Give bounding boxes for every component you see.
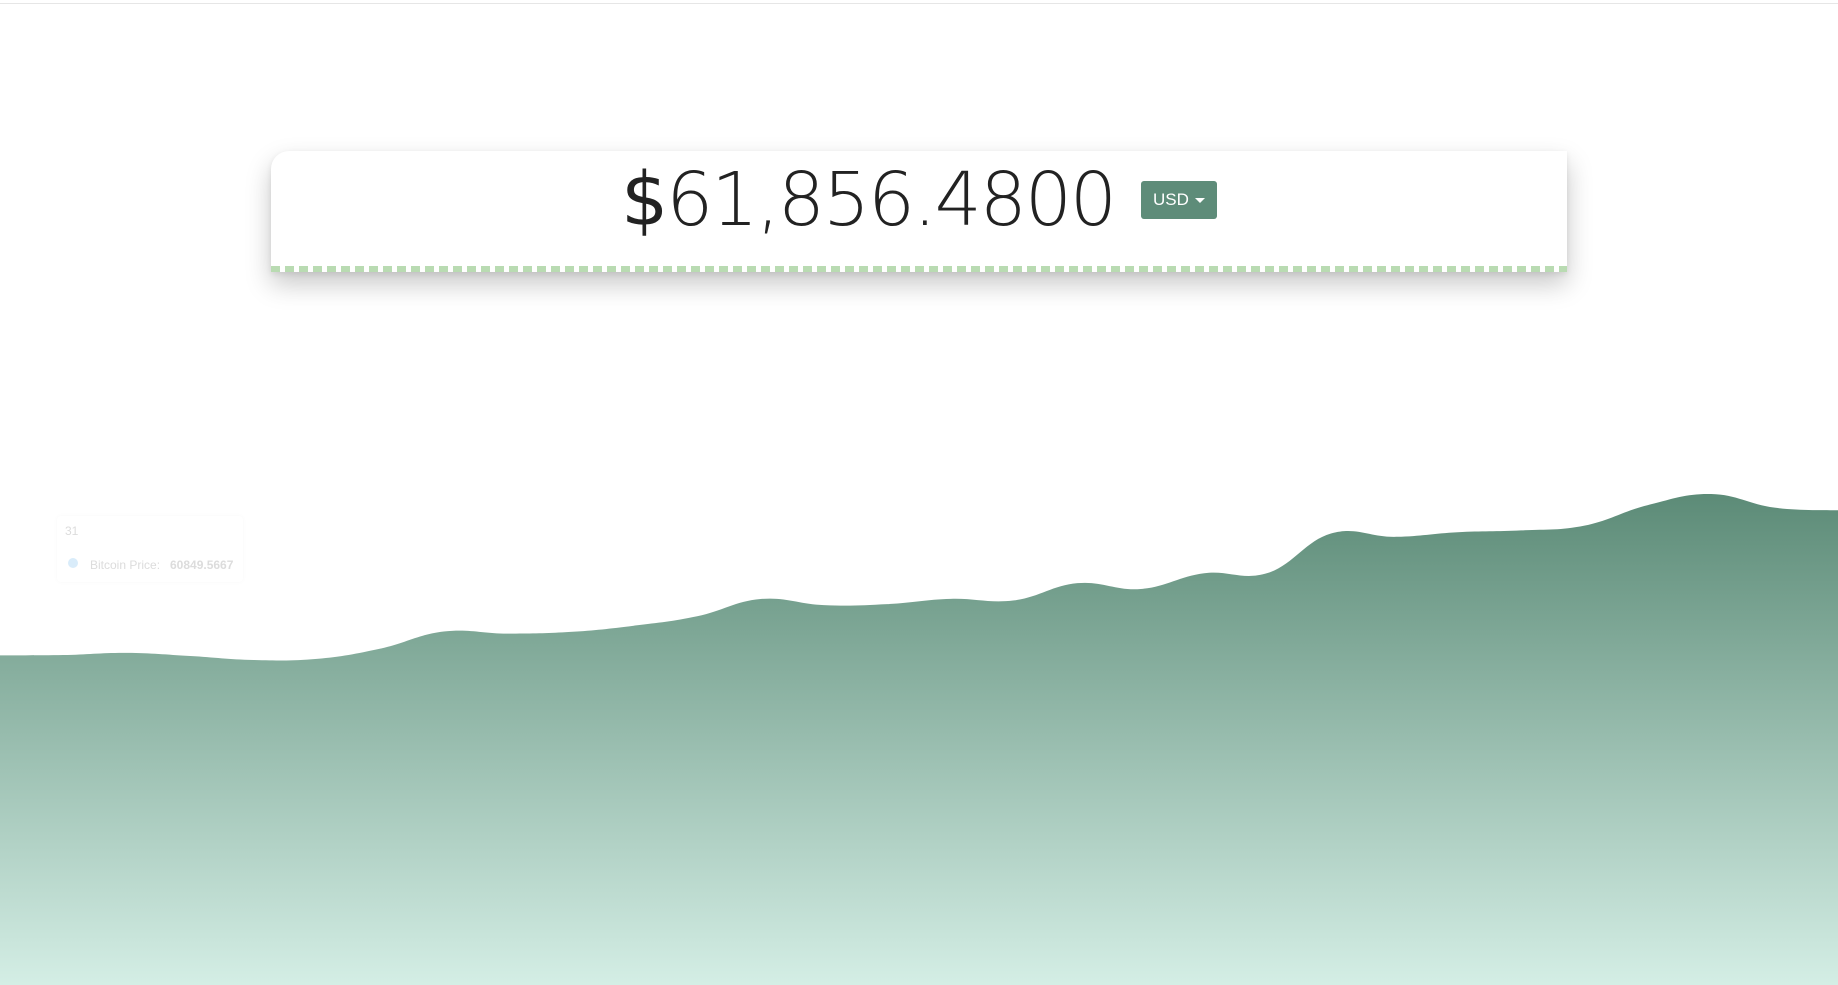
currency-symbol: $	[621, 157, 668, 243]
dashed-underline	[271, 266, 1567, 272]
chart-tooltip: 31 Bitcoin Price: 60849.5667	[57, 516, 243, 582]
price-amount: 61,856.4800	[666, 157, 1117, 243]
price-area-chart[interactable]	[0, 480, 1838, 985]
currency-label: USD	[1152, 190, 1189, 209]
caret-down-icon	[1194, 197, 1205, 203]
current-price: $61,856.4800	[621, 163, 1117, 237]
price-row: $61,856.4800 USD	[271, 163, 1567, 237]
currency-dropdown-button[interactable]: USD	[1140, 181, 1217, 219]
tooltip-series-label: Bitcoin Price:	[90, 558, 161, 572]
price-card: $61,856.4800 USD	[271, 151, 1567, 272]
top-divider	[0, 0, 1838, 4]
price-area	[0, 493, 1838, 985]
series-dot-icon	[68, 558, 78, 568]
tooltip-date: 31	[65, 524, 79, 538]
tooltip-value: 60849.5667	[170, 558, 234, 572]
